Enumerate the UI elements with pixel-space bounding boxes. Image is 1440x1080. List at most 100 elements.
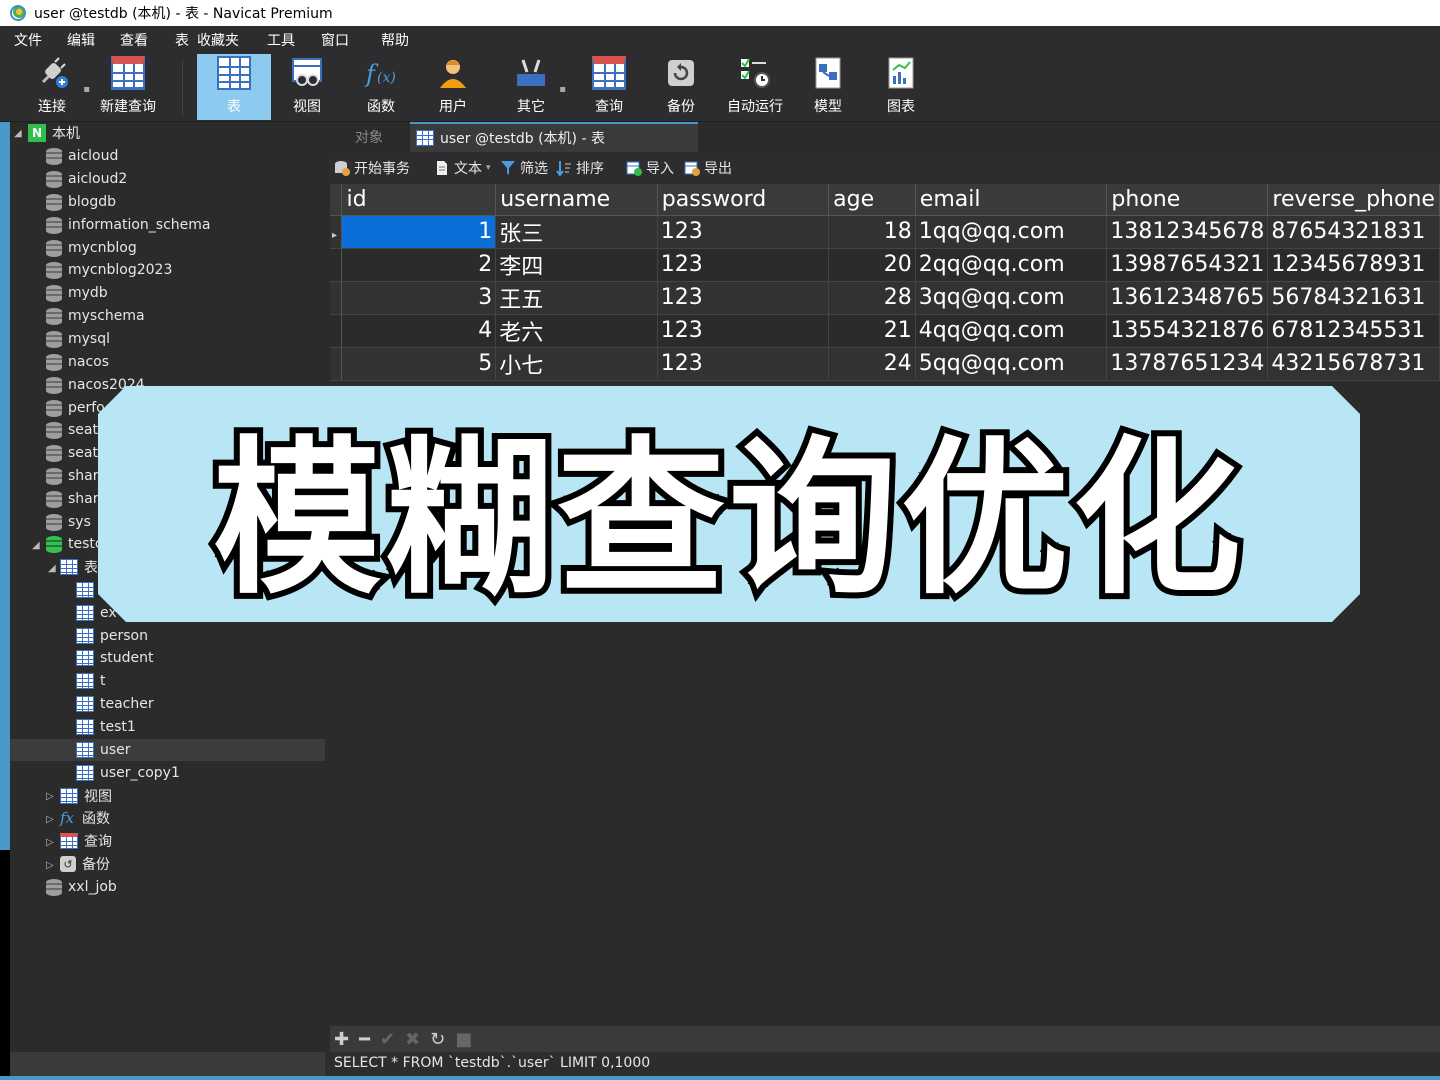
grid-cell[interactable]: 张三 bbox=[495, 215, 658, 249]
column-header[interactable]: password bbox=[657, 184, 830, 216]
menu-table[interactable]: 表 bbox=[175, 30, 189, 50]
grid-cell[interactable]: 123 bbox=[657, 215, 830, 249]
grid-cell[interactable]: 18 bbox=[828, 215, 916, 249]
grid-cell[interactable]: 123 bbox=[657, 347, 830, 381]
model-button[interactable]: 模型 bbox=[805, 54, 851, 120]
tree-db-item[interactable]: nacos bbox=[46, 351, 109, 373]
grid-cell[interactable]: 87654321831 bbox=[1267, 215, 1440, 249]
function-button[interactable]: f (x) 函数 bbox=[356, 54, 406, 120]
table-row[interactable]: 4 老六 123 21 4qq@qq.com 13554321876 67812… bbox=[330, 314, 1440, 348]
column-header[interactable]: username bbox=[495, 184, 658, 216]
user-button[interactable]: 用户 bbox=[430, 54, 476, 120]
tree-db-item[interactable]: shar bbox=[46, 488, 99, 510]
current-row-indicator[interactable]: ▸ bbox=[330, 215, 343, 249]
grid-cell[interactable]: 王五 bbox=[495, 281, 658, 315]
grid-cell[interactable]: 12345678931 bbox=[1267, 248, 1440, 282]
apply-changes-icon[interactable]: ✔ bbox=[380, 1029, 395, 1050]
tab-objects[interactable]: 对象 bbox=[330, 122, 408, 152]
connect-button[interactable]: 连接 ▪ bbox=[24, 54, 90, 120]
menu-help[interactable]: 帮助 bbox=[381, 30, 409, 50]
tree-db-item[interactable]: sys bbox=[46, 511, 91, 533]
grid-cell[interactable]: 13987654321 bbox=[1106, 248, 1269, 282]
begin-transaction-button[interactable]: 开始事务 bbox=[334, 158, 410, 178]
row-header[interactable] bbox=[330, 281, 343, 315]
tree-db-testdb[interactable]: testc bbox=[46, 533, 103, 555]
table-row[interactable]: ▸ 1 张三 123 18 1qq@qq.com 13812345678 876… bbox=[330, 215, 1440, 249]
grid-cell[interactable]: 13554321876 bbox=[1106, 314, 1269, 348]
table-row[interactable]: 2 李四 123 20 2qq@qq.com 13987654321 12345… bbox=[330, 248, 1440, 282]
tree-db-item[interactable]: blogdb bbox=[46, 191, 116, 213]
expand-icon[interactable]: ▷ bbox=[46, 791, 54, 802]
grid-cell[interactable]: 4 bbox=[341, 314, 497, 348]
row-header[interactable] bbox=[330, 314, 343, 348]
stop-icon[interactable]: ■ bbox=[455, 1029, 472, 1050]
table-row[interactable]: 5 小七 123 24 5qq@qq.com 13787651234 43215… bbox=[330, 347, 1440, 381]
tree-connection-local[interactable]: N 本机 bbox=[28, 122, 80, 144]
column-header[interactable]: age bbox=[828, 184, 916, 216]
grid-cell[interactable]: 56784321631 bbox=[1267, 281, 1440, 315]
tree-folder-functions[interactable]: fx 函数 bbox=[60, 807, 110, 829]
add-record-icon[interactable]: ✚ bbox=[334, 1029, 349, 1050]
data-grid[interactable]: id username password age email phone rev… bbox=[330, 184, 1440, 381]
query-button[interactable]: 查询 bbox=[584, 54, 634, 120]
grid-cell[interactable]: 4qq@qq.com bbox=[915, 314, 1108, 348]
column-header[interactable]: id bbox=[341, 184, 497, 216]
grid-cell[interactable]: 1 bbox=[341, 215, 497, 249]
auto-run-button[interactable]: 自动运行 bbox=[724, 54, 786, 120]
grid-cell[interactable]: 24 bbox=[828, 347, 916, 381]
tree-table-item[interactable]: person bbox=[76, 625, 148, 647]
menu-tools[interactable]: 工具 bbox=[267, 30, 295, 50]
grid-cell[interactable]: 20 bbox=[828, 248, 916, 282]
menu-view[interactable]: 查看 bbox=[120, 30, 148, 50]
sort-button[interactable]: 排序 bbox=[556, 158, 604, 178]
view-button[interactable]: 视图 bbox=[282, 54, 332, 120]
tree-db-item[interactable]: aicloud2 bbox=[46, 168, 127, 190]
expand-icon[interactable]: ▷ bbox=[46, 814, 54, 825]
new-query-button[interactable]: 新建查询 bbox=[98, 54, 158, 120]
tree-db-item[interactable]: myschema bbox=[46, 305, 145, 327]
tree-db-item[interactable]: mysql bbox=[46, 328, 110, 350]
tree-table-item[interactable]: teacher bbox=[76, 693, 154, 715]
grid-cell[interactable]: 123 bbox=[657, 248, 830, 282]
tree-table-user[interactable]: user bbox=[10, 739, 325, 761]
tree-folder-queries[interactable]: 查询 bbox=[60, 830, 112, 852]
collapse-icon[interactable]: ◢ bbox=[32, 540, 40, 551]
grid-cell[interactable]: 13787651234 bbox=[1106, 347, 1269, 381]
grid-cell[interactable]: 13812345678 bbox=[1106, 215, 1269, 249]
table-row[interactable]: 3 王五 123 28 3qq@qq.com 13612348765 56784… bbox=[330, 281, 1440, 315]
tree-table-item[interactable]: test1 bbox=[76, 716, 136, 738]
tree-db-item[interactable]: aicloud bbox=[46, 145, 118, 167]
grid-cell[interactable]: 123 bbox=[657, 281, 830, 315]
backup-button[interactable]: 备份 bbox=[658, 54, 704, 120]
grid-cell[interactable]: 2qq@qq.com bbox=[915, 248, 1108, 282]
table-button[interactable]: 表 bbox=[197, 54, 271, 120]
grid-cell[interactable]: 李四 bbox=[495, 248, 658, 282]
text-button[interactable]: 文本 ▾ bbox=[434, 158, 491, 178]
grid-cell[interactable]: 老六 bbox=[495, 314, 658, 348]
tree-db-item[interactable]: perfo bbox=[46, 397, 105, 419]
connect-dropdown-icon[interactable]: ▪ bbox=[83, 84, 90, 95]
others-dropdown-icon[interactable]: ▪ bbox=[559, 84, 566, 95]
tree-table-item[interactable]: student bbox=[76, 647, 154, 669]
row-header[interactable] bbox=[330, 347, 343, 381]
grid-cell[interactable]: 5 bbox=[341, 347, 497, 381]
menu-edit[interactable]: 编辑 bbox=[67, 30, 95, 50]
collapse-icon[interactable]: ◢ bbox=[48, 563, 56, 574]
grid-cell[interactable]: 43215678731 bbox=[1267, 347, 1440, 381]
grid-cell[interactable]: 小七 bbox=[495, 347, 658, 381]
menu-favorites[interactable]: 收藏夹 bbox=[197, 30, 239, 50]
tree-folder-tables[interactable]: 表 bbox=[60, 556, 98, 578]
tree-table-item[interactable]: t bbox=[76, 670, 106, 692]
grid-cell[interactable]: 1qq@qq.com bbox=[915, 215, 1108, 249]
column-header[interactable]: phone bbox=[1106, 184, 1269, 216]
tree-folder-views[interactable]: 视图 bbox=[60, 785, 112, 807]
menu-file[interactable]: 文件 bbox=[14, 30, 42, 50]
grid-cell[interactable]: 67812345531 bbox=[1267, 314, 1440, 348]
tab-user-table[interactable]: user @testdb (本机) - 表 bbox=[410, 122, 698, 152]
tree-table-item[interactable] bbox=[76, 579, 100, 601]
text-dropdown-icon[interactable]: ▾ bbox=[486, 163, 491, 173]
grid-cell[interactable]: 123 bbox=[657, 314, 830, 348]
tree-db-item[interactable]: mydb bbox=[46, 282, 108, 304]
tree-db-item[interactable]: shar bbox=[46, 465, 99, 487]
column-header[interactable]: email bbox=[915, 184, 1108, 216]
